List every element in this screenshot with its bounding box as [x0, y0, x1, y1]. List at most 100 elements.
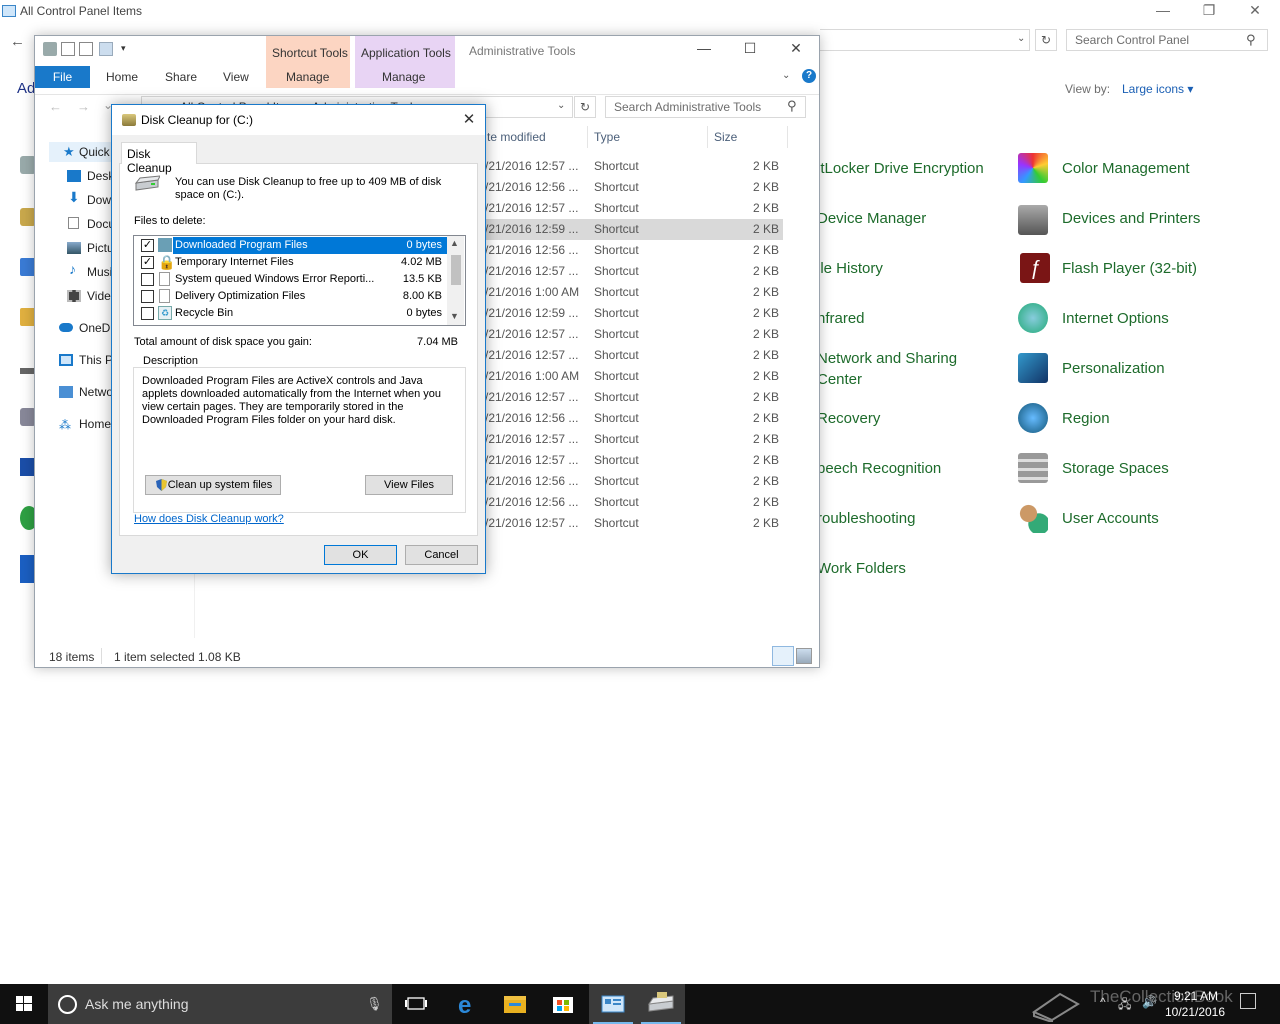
cp-item-work-folders[interactable]: Work Folders: [817, 560, 906, 577]
nav-item-homegroup[interactable]: Home: [79, 417, 111, 431]
checkbox-downloaded-program-files[interactable]: ✓: [141, 239, 154, 252]
store-taskbar-icon[interactable]: [539, 984, 587, 1024]
cp-item-flash-player[interactable]: Flash Player (32-bit): [1062, 260, 1197, 277]
tab-disk-cleanup[interactable]: Disk Cleanup: [121, 142, 197, 175]
checkbox-temporary-internet-files[interactable]: ✓: [141, 256, 154, 269]
explorer-search-input[interactable]: Search Administrative Tools: [605, 96, 806, 118]
nav-item-network[interactable]: Netwo: [79, 385, 113, 399]
header-separator[interactable]: [707, 126, 708, 148]
file-row[interactable]: /21/2016 12:56 ... Shortcut 2 KB: [485, 492, 783, 513]
forward-arrow-icon[interactable]: →: [77, 99, 90, 114]
checkbox-error-reporting[interactable]: [141, 273, 154, 286]
file-row-delivery-optimization[interactable]: Delivery Optimization Files 8.00 KB: [135, 288, 450, 305]
search-icon[interactable]: ⚲: [787, 98, 797, 114]
start-button[interactable]: [0, 984, 48, 1024]
back-arrow-icon[interactable]: ←: [10, 33, 25, 50]
file-row[interactable]: /21/2016 1:00 AM Shortcut 2 KB: [485, 282, 783, 303]
cp-item-devices-printers[interactable]: Devices and Printers: [1062, 210, 1200, 227]
file-row[interactable]: /21/2016 12:56 ... Shortcut 2 KB: [485, 408, 783, 429]
file-row[interactable]: /21/2016 12:56 ... Shortcut 2 KB: [485, 471, 783, 492]
file-row[interactable]: /21/2016 12:57 ... Shortcut 2 KB: [485, 429, 783, 450]
cp-item-user-accounts[interactable]: User Accounts: [1062, 510, 1159, 527]
file-row[interactable]: /21/2016 12:59 ... Shortcut 2 KB: [485, 303, 783, 324]
qat-dropdown-icon[interactable]: ▾: [121, 43, 126, 54]
cp-item-infrared[interactable]: nfrared: [817, 310, 865, 327]
cp-item-bitlocker[interactable]: itLocker Drive Encryption: [817, 160, 984, 177]
file-row[interactable]: /21/2016 12:57 ... Shortcut 2 KB: [485, 198, 783, 219]
scrollbar-thumb[interactable]: [451, 255, 461, 285]
header-type[interactable]: Type: [594, 130, 620, 144]
refresh-icon[interactable]: ↻: [1035, 29, 1057, 51]
checkmark-icon[interactable]: [79, 42, 93, 56]
file-row[interactable]: /21/2016 12:57 ... Shortcut 2 KB: [485, 387, 783, 408]
network-tray-icon[interactable]: 🖧: [1118, 995, 1131, 1016]
clock-date[interactable]: 10/21/2016: [1162, 1005, 1228, 1019]
file-row-downloaded-program-files[interactable]: ✓ Downloaded Program Files 0 bytes: [135, 237, 450, 254]
back-arrow-icon[interactable]: ←: [49, 99, 62, 114]
tab-manage-application[interactable]: Manage: [382, 70, 425, 84]
file-row[interactable]: /21/2016 12:57 ... Shortcut 2 KB: [485, 345, 783, 366]
file-row-error-reporting[interactable]: System queued Windows Error Reporti... 1…: [135, 271, 450, 288]
checkbox-recycle-bin[interactable]: [141, 307, 154, 320]
new-folder-icon[interactable]: [99, 42, 113, 56]
chevron-down-icon[interactable]: ⌄: [1017, 33, 1025, 44]
file-row-recycle-bin[interactable]: ♻ Recycle Bin 0 bytes: [135, 305, 450, 322]
file-row[interactable]: /21/2016 12:56 ... Shortcut 2 KB: [485, 177, 783, 198]
checkbox-delivery-optimization[interactable]: [141, 290, 154, 303]
details-view-icon[interactable]: [772, 646, 794, 666]
cp-item-region[interactable]: Region: [1062, 410, 1110, 427]
tab-share[interactable]: Share: [165, 70, 197, 84]
cp-item-internet-options[interactable]: Internet Options: [1062, 310, 1169, 327]
file-row[interactable]: /21/2016 12:57 ... Shortcut 2 KB: [485, 261, 783, 282]
control-panel-taskbar-icon[interactable]: [589, 984, 637, 1024]
cancel-button[interactable]: Cancel: [405, 545, 478, 565]
cp-item-recovery[interactable]: Recovery: [817, 410, 880, 427]
search-icon[interactable]: ⚲: [1246, 32, 1256, 48]
header-separator[interactable]: [787, 126, 788, 148]
file-row[interactable]: /21/2016 1:00 AM Shortcut 2 KB: [485, 366, 783, 387]
chevron-down-icon[interactable]: ⌄: [557, 100, 565, 111]
files-to-delete-list[interactable]: ✓ Downloaded Program Files 0 bytes ✓ 🔒 T…: [133, 235, 466, 326]
select-icon[interactable]: [61, 42, 75, 56]
disk-cleanup-taskbar-icon[interactable]: [637, 984, 685, 1024]
file-row[interactable]: /21/2016 12:57 ... Shortcut 2 KB: [485, 450, 783, 471]
nav-item-pictures[interactable]: Pictu: [87, 241, 114, 255]
view-files-button[interactable]: View Files: [365, 475, 453, 495]
dialog-close-icon[interactable]: ✕: [458, 110, 480, 128]
control-panel-address-bar[interactable]: [820, 29, 1030, 51]
file-explorer-taskbar-icon[interactable]: [491, 984, 539, 1024]
tray-overflow-icon[interactable]: ^: [1100, 995, 1106, 1009]
edge-taskbar-icon[interactable]: e: [443, 984, 491, 1024]
help-link[interactable]: How does Disk Cleanup work?: [134, 513, 284, 525]
clock-time[interactable]: 9:21 AM: [1168, 989, 1224, 1003]
cp-item-speech-recognition[interactable]: peech Recognition: [817, 460, 941, 477]
scroll-up-icon[interactable]: ▲: [450, 238, 459, 248]
cp-item-network-sharing[interactable]: Network and Sharing: [817, 350, 957, 367]
help-icon[interactable]: ?: [802, 69, 816, 83]
cp-item-storage-spaces[interactable]: Storage Spaces: [1062, 460, 1169, 477]
microphone-icon[interactable]: 🎙: [366, 996, 383, 1012]
scroll-down-icon[interactable]: ▼: [450, 311, 459, 321]
tab-home[interactable]: Home: [106, 70, 138, 84]
nav-item-music[interactable]: Musi: [87, 265, 112, 279]
nav-item-onedrive[interactable]: OneD: [79, 321, 110, 335]
control-panel-search-input[interactable]: Search Control Panel: [1066, 29, 1268, 51]
clean-up-system-files-button[interactable]: Clean up system files: [145, 475, 281, 495]
nav-item-downloads[interactable]: Dow: [87, 193, 111, 207]
explorer-close-icon[interactable]: ✕: [773, 40, 819, 57]
file-row[interactable]: /21/2016 12:57 ... Shortcut 2 KB: [485, 324, 783, 345]
cp-item-color-management[interactable]: Color Management: [1062, 160, 1190, 177]
file-row[interactable]: /21/2016 12:57 ... Shortcut 2 KB: [485, 156, 783, 177]
header-date-modified[interactable]: te modified: [487, 130, 546, 144]
view-by-dropdown[interactable]: Large icons ▾: [1122, 82, 1193, 96]
tab-file[interactable]: File: [35, 66, 90, 88]
close-icon[interactable]: ✕: [1232, 2, 1278, 19]
volume-icon[interactable]: 🔊: [1142, 995, 1157, 1009]
tab-view[interactable]: View: [223, 70, 249, 84]
refresh-icon[interactable]: ↻: [574, 96, 596, 118]
properties-icon[interactable]: [43, 42, 57, 56]
header-size[interactable]: Size: [714, 130, 737, 144]
file-row[interactable]: /21/2016 12:57 ... Shortcut 2 KB: [485, 513, 783, 534]
restore-icon[interactable]: ❐: [1186, 2, 1232, 19]
minimize-icon[interactable]: —: [1140, 2, 1186, 18]
